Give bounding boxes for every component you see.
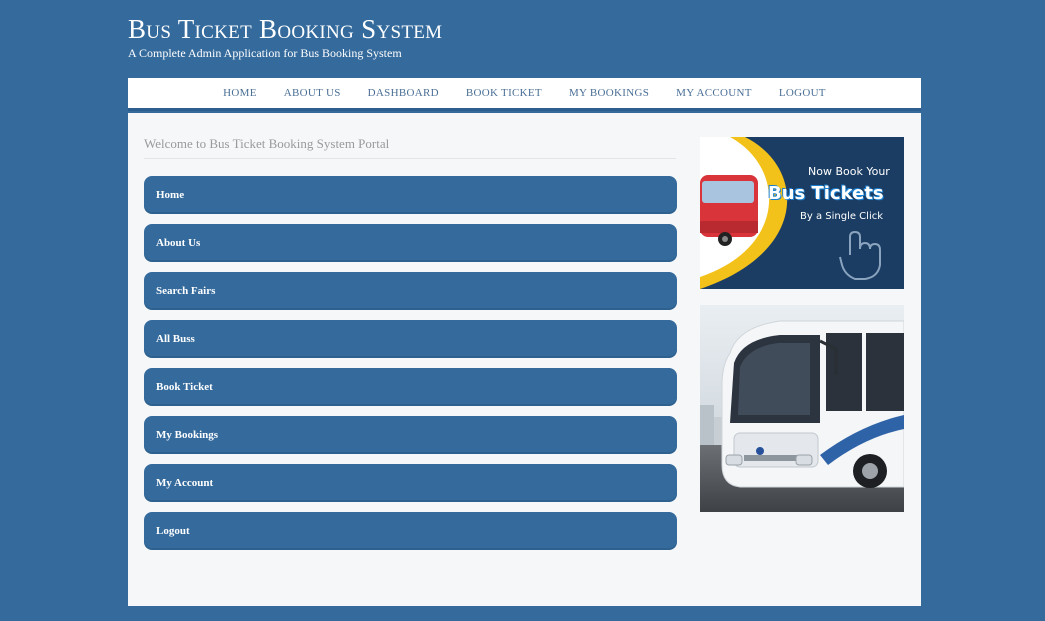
menu-button-my-account[interactable]: My Account: [144, 464, 677, 502]
top-nav: HOME ABOUT US DASHBOARD BOOK TICKET MY B…: [128, 78, 921, 111]
banner-line1: Now Book Your: [808, 165, 890, 178]
menu-button-all-buss[interactable]: All Buss: [144, 320, 677, 358]
nav-my-account[interactable]: MY ACCOUNT: [676, 87, 752, 99]
site-header: Bus Ticket Booking System A Complete Adm…: [128, 12, 442, 60]
nav-home[interactable]: HOME: [223, 87, 257, 99]
welcome-heading: Welcome to Bus Ticket Booking System Por…: [144, 136, 676, 159]
nav-logout[interactable]: LOGOUT: [779, 87, 826, 99]
bus-photo: [700, 305, 904, 512]
main-content: Welcome to Bus Ticket Booking System Por…: [128, 113, 921, 606]
site-tagline: A Complete Admin Application for Bus Boo…: [128, 46, 402, 60]
red-bus-icon: [700, 175, 758, 246]
promo-banner: Now Book Your Bus Tickets By a Single Cl…: [700, 137, 904, 289]
side-menu: Home About Us Search Fairs All Buss Book…: [144, 176, 677, 560]
nav-book-ticket[interactable]: BOOK TICKET: [466, 87, 542, 99]
nav-about-us[interactable]: ABOUT US: [284, 87, 341, 99]
menu-button-my-bookings[interactable]: My Bookings: [144, 416, 677, 454]
menu-button-about-us[interactable]: About Us: [144, 224, 677, 262]
menu-button-logout[interactable]: Logout: [144, 512, 677, 550]
site-title: Bus Ticket Booking System: [128, 14, 443, 44]
banner-line3: By a Single Click: [800, 211, 884, 222]
menu-button-search-fairs[interactable]: Search Fairs: [144, 272, 677, 310]
menu-button-book-ticket[interactable]: Book Ticket: [144, 368, 677, 406]
nav-my-bookings[interactable]: MY BOOKINGS: [569, 87, 649, 99]
nav-dashboard[interactable]: DASHBOARD: [368, 87, 439, 99]
white-bus-image: [700, 305, 904, 512]
banner-line2: Bus Tickets: [768, 183, 884, 204]
menu-button-home[interactable]: Home: [144, 176, 677, 214]
page: Bus Ticket Booking System A Complete Adm…: [0, 0, 1045, 621]
